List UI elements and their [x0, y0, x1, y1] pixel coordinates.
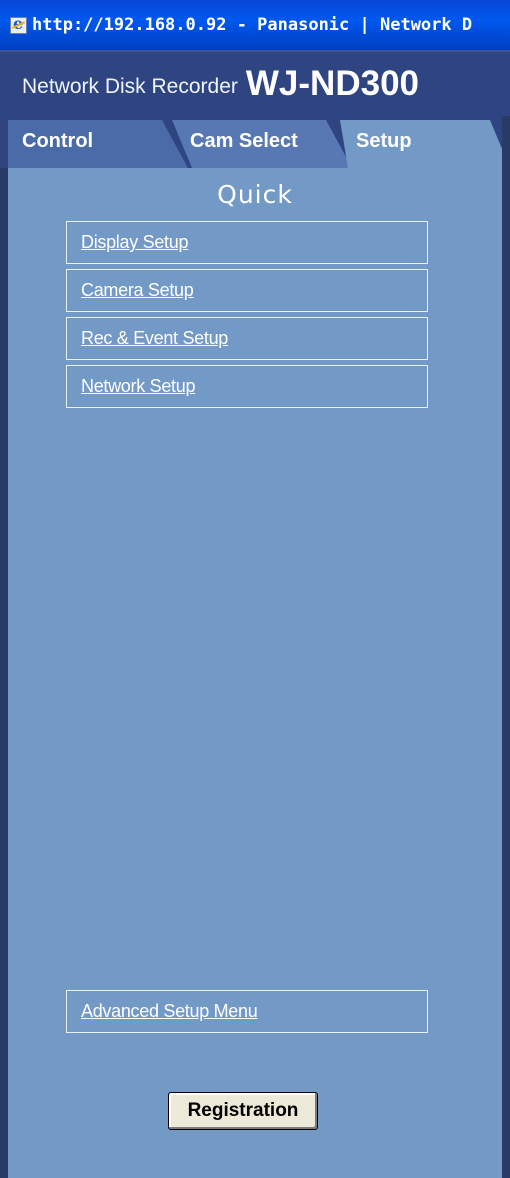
camera-setup-label[interactable]: Camera Setup	[81, 280, 194, 301]
display-setup-label[interactable]: Display Setup	[81, 232, 188, 253]
network-setup-link[interactable]: Network Setup	[66, 365, 428, 408]
tab-setup[interactable]: Setup	[340, 120, 510, 168]
model-name: WJ-ND300	[245, 64, 419, 103]
product-line-label: Network Disk Recorder	[22, 75, 238, 98]
window-title: http://192.168.0.92 - Panasonic | Networ…	[32, 15, 473, 35]
section-title-quick: Quick	[217, 180, 293, 209]
display-setup-link[interactable]: Display Setup	[66, 221, 428, 264]
camera-setup-link[interactable]: Camera Setup	[66, 269, 428, 312]
panel-left-border	[0, 168, 8, 1178]
registration-button[interactable]: Registration	[168, 1092, 318, 1130]
advanced-setup-menu-link[interactable]: Advanced Setup Menu	[66, 990, 428, 1033]
setup-panel: Quick Display Setup Camera Setup Rec & E…	[8, 168, 502, 1178]
tab-control[interactable]: Control	[8, 120, 188, 168]
advanced-setup-menu-label[interactable]: Advanced Setup Menu	[81, 1001, 258, 1022]
rec-event-setup-label[interactable]: Rec & Event Setup	[81, 328, 228, 349]
ie-page-icon	[10, 14, 27, 34]
network-setup-label[interactable]: Network Setup	[81, 376, 195, 397]
browser-title-bar: http://192.168.0.92 - Panasonic | Networ…	[0, 0, 510, 50]
panel-right-border	[502, 116, 510, 1178]
tab-cam-select[interactable]: Cam Select	[172, 120, 352, 168]
rec-event-setup-link[interactable]: Rec & Event Setup	[66, 317, 428, 360]
app-header: Network Disk Recorder WJ-ND300	[0, 50, 510, 116]
tab-strip: Control Cam Select Setup	[0, 116, 510, 168]
